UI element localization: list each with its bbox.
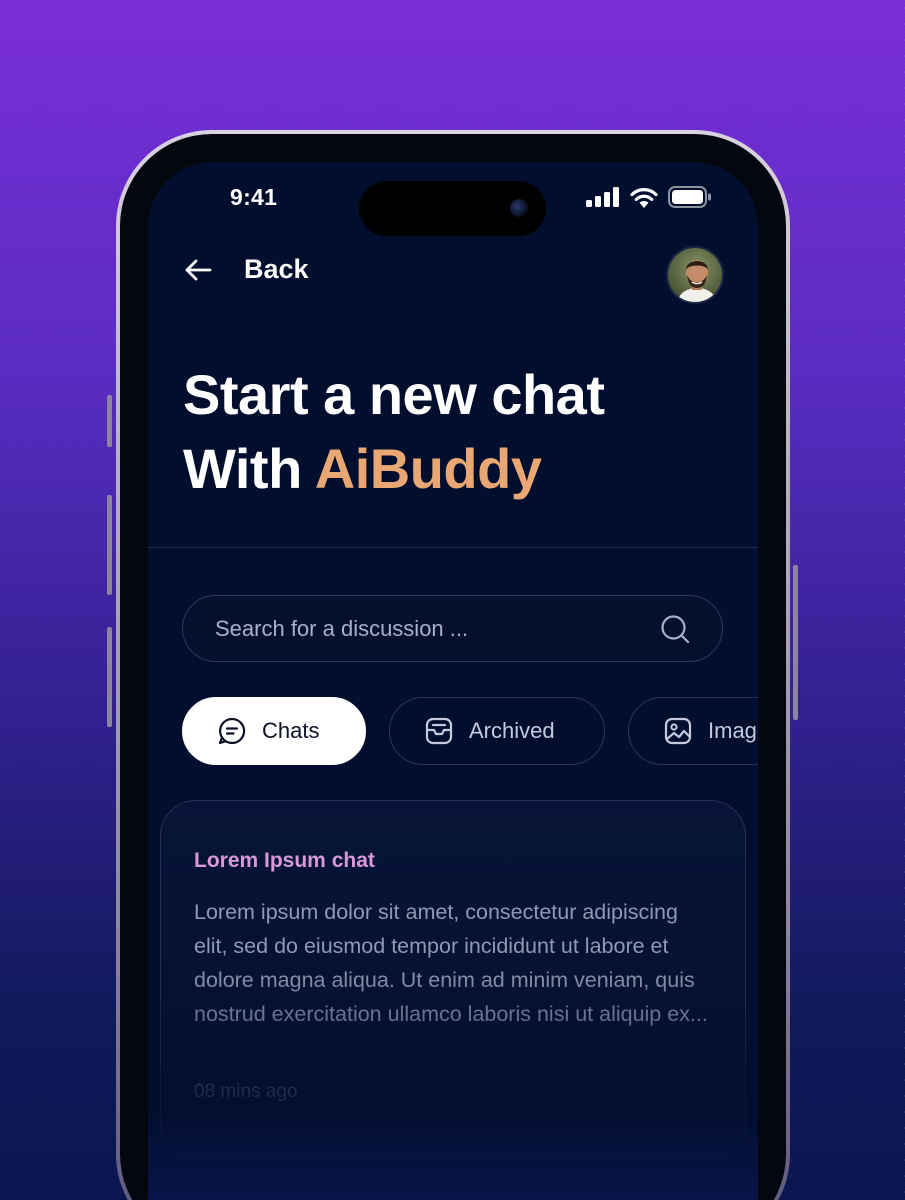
- power-button: [793, 565, 798, 720]
- chat-title: Lorem Ipsum chat: [194, 849, 375, 872]
- brand-name: AiBuddy: [314, 437, 542, 500]
- archive-box-icon: [425, 717, 453, 745]
- battery-icon: [668, 186, 711, 208]
- volume-up-button: [107, 495, 112, 595]
- title-line-1: Start a new chat: [183, 363, 605, 426]
- volume-down-button: [107, 627, 112, 727]
- chat-card[interactable]: Lorem Ipsum chat Lorem ipsum dolor sit a…: [160, 800, 746, 1160]
- search-bar: [182, 595, 723, 662]
- tab-archived[interactable]: Archived: [389, 697, 605, 765]
- tab-chats[interactable]: Chats: [182, 697, 366, 765]
- action-button: [107, 395, 112, 447]
- phone-screen: 9:41 Back Start a new chat With AiBuddy …: [148, 162, 758, 1200]
- dynamic-island: [359, 181, 546, 236]
- tab-label: Archived: [469, 718, 555, 743]
- front-camera: [510, 199, 528, 217]
- back-label: Back: [244, 254, 309, 284]
- tab-images[interactable]: Images: [628, 697, 758, 765]
- chat-timestamp: 08 mins ago: [194, 1081, 298, 1102]
- title-line-2: With AiBuddy: [183, 432, 604, 506]
- chat-preview: Lorem ipsum dolor sit amet, consectetur …: [194, 900, 708, 1026]
- back-button[interactable]: Back: [184, 254, 309, 285]
- tab-label: Chats: [262, 718, 320, 743]
- tab-label: Images: [708, 718, 758, 743]
- page-title: Start a new chat With AiBuddy: [183, 358, 605, 506]
- arrow-left-icon: [185, 259, 212, 280]
- divider: [148, 547, 758, 548]
- user-avatar[interactable]: [666, 246, 724, 304]
- image-icon: [664, 717, 692, 745]
- search-input[interactable]: [215, 596, 635, 661]
- filter-tabs: Chats Archived Images: [182, 697, 758, 765]
- status-icons: [586, 186, 712, 208]
- wifi-icon: [630, 187, 658, 208]
- title-prefix: With: [183, 437, 315, 500]
- status-time: 9:41: [230, 184, 278, 210]
- cellular-signal-icon: [586, 187, 619, 207]
- chat-bubble-icon: [218, 717, 246, 745]
- user-photo-icon: [668, 248, 722, 302]
- search-icon[interactable]: [660, 614, 690, 644]
